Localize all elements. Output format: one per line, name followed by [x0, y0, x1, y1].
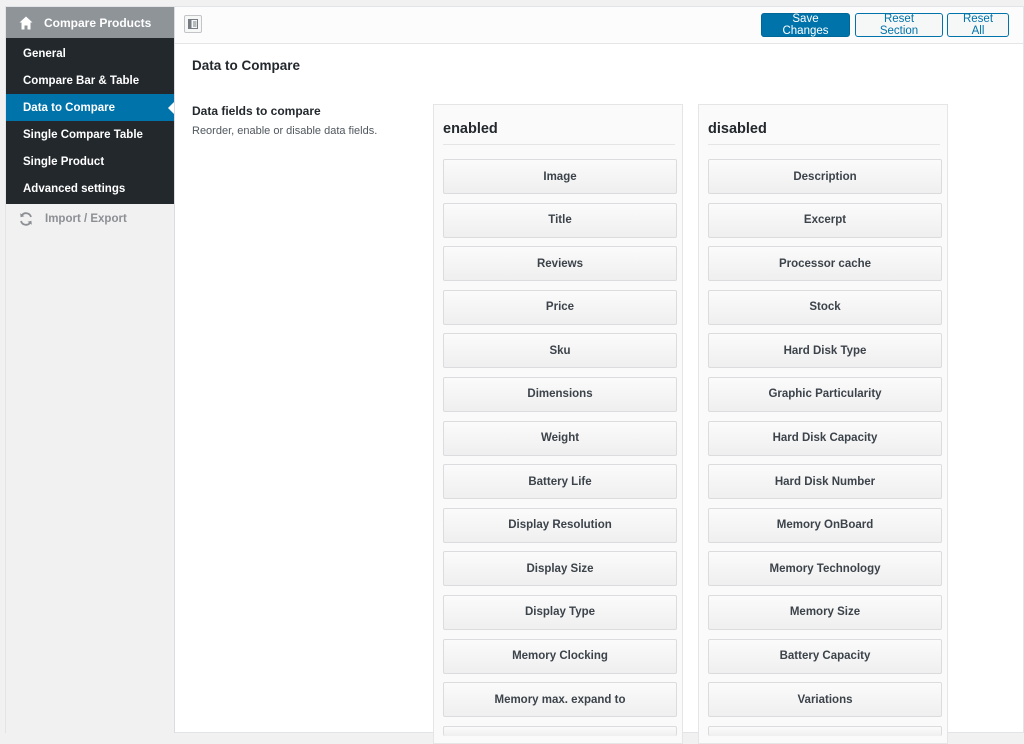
sortable-item[interactable]: Battery Capacity [708, 638, 942, 674]
sidebar-extra-label: Import / Export [45, 213, 127, 225]
sortable-item[interactable]: Variations [708, 682, 942, 718]
sidebar-item-label: Single Product [23, 155, 105, 168]
sortable-item-partial[interactable] [443, 725, 677, 736]
enabled-column: enabled Image Title Reviews Price Sku Di… [433, 104, 683, 744]
sortable-item-partial[interactable] [708, 725, 942, 736]
sidebar-item-label: General [23, 47, 66, 60]
sortable-item[interactable]: Display Type [443, 594, 677, 630]
field-description: Reorder, enable or disable data fields. [192, 125, 378, 137]
sidebar-item-single-product[interactable]: Single Product [6, 148, 174, 175]
toolbar: Save Changes Reset Section Reset All [175, 7, 1023, 44]
enabled-list: Image Title Reviews Price Sku Dimensions… [443, 159, 677, 736]
sidebar-item-label: Advanced settings [23, 182, 126, 195]
sidebar-item-label: Single Compare Table [23, 128, 143, 141]
sidebar: Compare Products General Compare Bar & T… [6, 7, 175, 733]
enabled-heading: enabled [443, 121, 675, 145]
sortable-item[interactable]: Processor cache [708, 246, 942, 282]
sidebar-item-general[interactable]: General [6, 40, 174, 67]
sortable-item[interactable]: Excerpt [708, 202, 942, 238]
section-title: Data to Compare [192, 58, 301, 73]
sync-icon [20, 212, 32, 226]
sortable-item[interactable]: Memory Technology [708, 551, 942, 587]
sidebar-item-label: Compare Bar & Table [23, 74, 140, 87]
sortable-item[interactable]: Graphic Particularity [708, 376, 942, 412]
sortable-item[interactable]: Description [708, 159, 942, 194]
disabled-column: disabled Description Excerpt Processor c… [698, 104, 948, 744]
sortable-item[interactable]: Memory Clocking [443, 638, 677, 674]
reset-all-button[interactable]: Reset All [947, 13, 1009, 37]
sortable-item[interactable]: Price [443, 289, 677, 325]
sidebar-item-advanced-settings[interactable]: Advanced settings [6, 175, 174, 202]
sortable-item[interactable]: Reviews [443, 246, 677, 282]
field-label: Data fields to compare [192, 104, 321, 118]
sortable-item[interactable]: Hard Disk Capacity [708, 420, 942, 456]
sidebar-item-import-export[interactable]: Import / Export [6, 204, 174, 234]
home-icon [19, 16, 33, 29]
sortable-item[interactable]: Hard Disk Type [708, 333, 942, 369]
sidebar-menu: General Compare Bar & Table Data to Comp… [6, 38, 174, 204]
sortable-item[interactable]: Title [443, 202, 677, 238]
panel-toggle-button[interactable] [184, 15, 202, 33]
sortable-item[interactable]: Image [443, 159, 677, 194]
reset-section-button[interactable]: Reset Section [855, 13, 943, 37]
sortable-item[interactable]: Display Size [443, 551, 677, 587]
sidebar-header[interactable]: Compare Products [6, 7, 174, 38]
sortable-item[interactable]: Dimensions [443, 376, 677, 412]
sortable-item[interactable]: Sku [443, 333, 677, 369]
sidebar-item-single-compare-table[interactable]: Single Compare Table [6, 121, 174, 148]
sortable-item[interactable]: Stock [708, 289, 942, 325]
sortable-item[interactable]: Display Resolution [443, 507, 677, 543]
save-changes-button[interactable]: Save Changes [761, 13, 850, 37]
sortable-item[interactable]: Memory Size [708, 594, 942, 630]
disabled-list: Description Excerpt Processor cache Stoc… [708, 159, 942, 736]
sortable-item[interactable]: Weight [443, 420, 677, 456]
sortable-item[interactable]: Hard Disk Number [708, 464, 942, 500]
disabled-heading: disabled [708, 121, 940, 145]
sidebar-item-data-to-compare[interactable]: Data to Compare [6, 94, 174, 121]
sortable-item[interactable]: Memory max. expand to [443, 682, 677, 718]
sidebar-item-compare-bar-table[interactable]: Compare Bar & Table [6, 67, 174, 94]
sidebar-item-label: Data to Compare [23, 101, 116, 114]
panel-toggle-icon [188, 19, 198, 29]
sortable-item[interactable]: Memory OnBoard [708, 507, 942, 543]
sortable-item[interactable]: Battery Life [443, 464, 677, 500]
sidebar-header-label: Compare Products [44, 15, 152, 30]
